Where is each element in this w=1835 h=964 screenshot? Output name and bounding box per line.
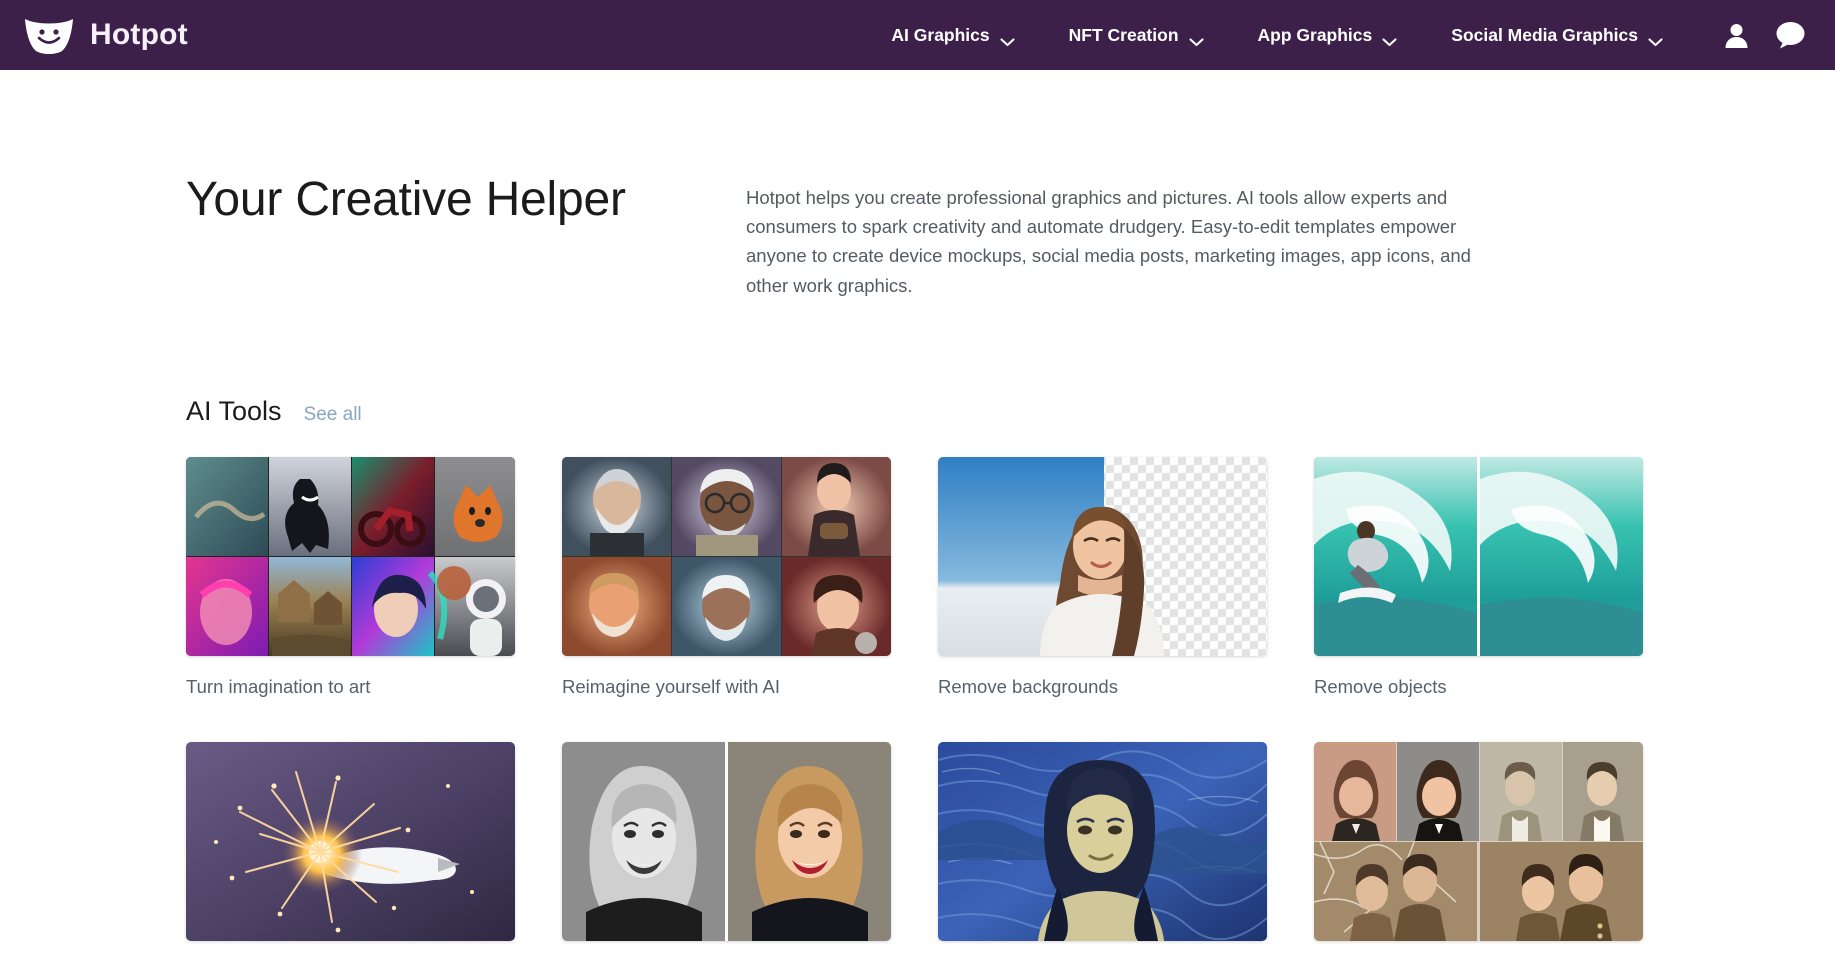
- nav-item-social-media-graphics[interactable]: Social Media Graphics: [1424, 25, 1690, 46]
- tool-card-sparkler-pen[interactable]: [186, 742, 515, 961]
- grid-row-spacer: [186, 698, 515, 742]
- site-header: Hotpot AI Graphics NFT Creation App Grap…: [0, 0, 1835, 70]
- ai-tools-grid: Turn imagination to art: [186, 457, 1835, 961]
- tool-card-reimagine-yourself-with-ai[interactable]: Reimagine yourself with AI: [562, 457, 891, 698]
- hero-description: Hotpot helps you create professional gra…: [746, 170, 1486, 300]
- grid-row-spacer: [1314, 698, 1643, 742]
- nav-item-nft-creation[interactable]: NFT Creation: [1042, 25, 1231, 46]
- tool-card-style-transfer[interactable]: [938, 742, 1267, 961]
- account-icon[interactable]: [1724, 22, 1749, 49]
- ai-tools-section: AI Tools See all: [186, 396, 1835, 961]
- ai-art-grid-8-thumbnail: [186, 457, 515, 656]
- chevron-down-icon: [1000, 31, 1015, 40]
- tool-card-label: Remove objects: [1314, 676, 1643, 698]
- chevron-down-icon: [1382, 31, 1397, 40]
- section-header: AI Tools See all: [186, 396, 1835, 427]
- tool-card-remove-backgrounds[interactable]: Remove backgrounds: [938, 457, 1267, 698]
- colorize-portrait-before-after-thumbnail: [562, 742, 891, 941]
- tool-card-turn-imagination-to-art[interactable]: Turn imagination to art: [186, 457, 515, 698]
- tool-card-colorize-photo[interactable]: [562, 742, 891, 961]
- object-removal-surfer-wave-thumbnail: [1314, 457, 1643, 656]
- hero-section: Your Creative Helper Hotpot helps you cr…: [186, 70, 1835, 300]
- nav-item-app-graphics[interactable]: App Graphics: [1231, 25, 1425, 46]
- brand-logo-link[interactable]: Hotpot: [22, 15, 188, 55]
- brand-name: Hotpot: [90, 20, 188, 50]
- style-transfer-mona-lisa-van-gogh-thumbnail: [938, 742, 1267, 941]
- tool-card-label: Reimagine yourself with AI: [562, 676, 891, 698]
- ai-portrait-grid-6-thumbnail: [562, 457, 891, 656]
- chevron-down-icon: [1189, 31, 1204, 40]
- nav-item-label: NFT Creation: [1069, 25, 1179, 46]
- page-title: Your Creative Helper: [186, 170, 746, 300]
- nav-item-ai-graphics[interactable]: AI Graphics: [864, 25, 1041, 46]
- sparkler-pen-purple-thumbnail: [186, 742, 515, 941]
- chevron-down-icon: [1648, 31, 1663, 40]
- see-all-link[interactable]: See all: [304, 404, 362, 426]
- header-icon-group: [1724, 21, 1805, 49]
- grid-row-spacer: [938, 698, 1267, 742]
- nav-item-label: AI Graphics: [891, 25, 989, 46]
- grid-row-spacer: [562, 698, 891, 742]
- page-content: Your Creative Helper Hotpot helps you cr…: [0, 70, 1835, 961]
- main-nav: AI Graphics NFT Creation App Graphics So…: [864, 21, 1809, 49]
- hotpot-smiley-logo-icon: [22, 15, 76, 55]
- background-removal-before-after-thumbnail: [938, 457, 1267, 656]
- photo-restoration-grid-thumbnail: [1314, 742, 1643, 941]
- nav-item-label: App Graphics: [1258, 25, 1373, 46]
- nav-item-label: Social Media Graphics: [1451, 25, 1638, 46]
- tool-card-restore-photo[interactable]: [1314, 742, 1643, 961]
- tool-card-remove-objects[interactable]: Remove objects: [1314, 457, 1643, 698]
- tool-card-label: Remove backgrounds: [938, 676, 1267, 698]
- section-title: AI Tools: [186, 396, 282, 427]
- chat-bubble-icon[interactable]: [1775, 21, 1805, 49]
- tool-card-label: Turn imagination to art: [186, 676, 515, 698]
